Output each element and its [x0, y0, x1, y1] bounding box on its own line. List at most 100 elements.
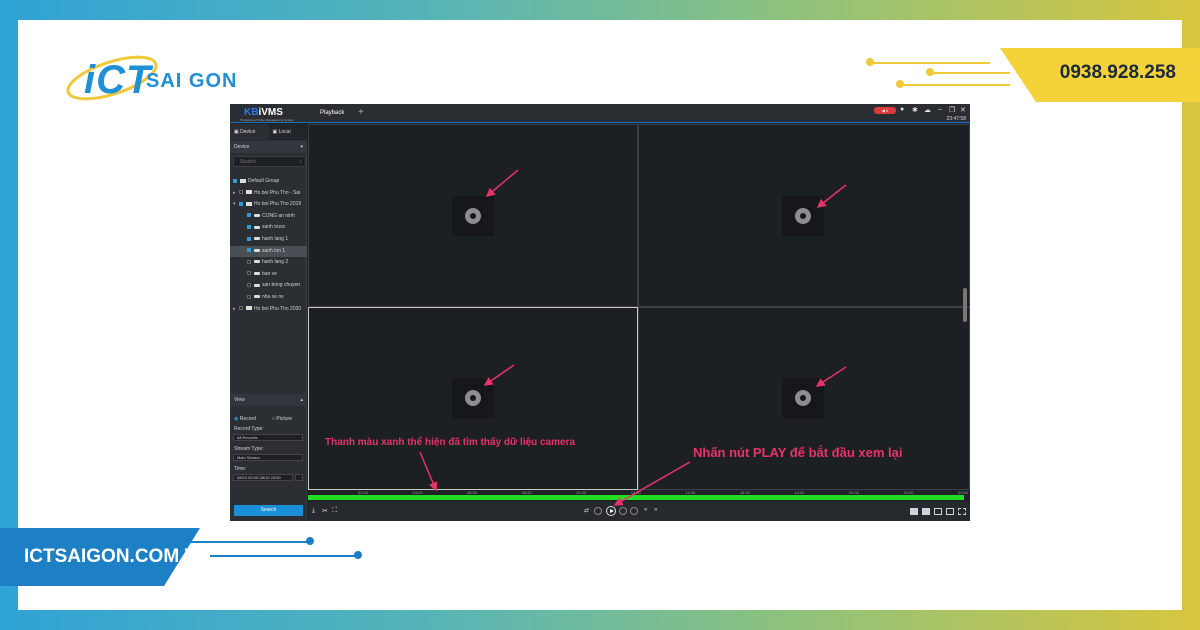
layout-4-icon[interactable]	[910, 508, 918, 515]
tab-device[interactable]: ▣ Device	[230, 124, 269, 140]
tree-item[interactable]: nha xe nv	[230, 292, 307, 303]
checkbox[interactable]	[239, 190, 243, 195]
cloud-icon[interactable]: ☁	[924, 106, 931, 114]
edit-layout-icon[interactable]	[946, 508, 954, 515]
search-icon: ⌕	[299, 159, 302, 165]
film-reel-icon	[452, 196, 494, 236]
video-grid	[308, 124, 970, 490]
tree-item[interactable]: hanh lang 2	[230, 257, 307, 268]
tree-item-label: Ho boi Phu Tho 2019	[254, 201, 302, 208]
restore-icon[interactable]: ❐	[949, 106, 955, 114]
tab-playback[interactable]: Playback	[320, 110, 344, 116]
alarm-badge-icon[interactable]: ◀ 0	[874, 107, 896, 114]
add-tab-icon[interactable]: +	[358, 107, 364, 118]
tree-item-label: sanh ion 1	[262, 247, 286, 254]
minimize-icon[interactable]: –	[938, 106, 942, 113]
play-button[interactable]	[606, 506, 616, 516]
tree-item[interactable]: sanh ion 1	[230, 245, 307, 257]
checkbox[interactable]	[247, 259, 251, 264]
checkbox[interactable]	[247, 283, 251, 288]
next-frame-button[interactable]	[630, 507, 638, 515]
time-range-field[interactable]: 08/10 00:00-08/19 23:59	[233, 474, 293, 481]
nvr-icon	[246, 201, 252, 206]
record-type-select[interactable]: All Records	[233, 434, 303, 441]
layout-9-icon[interactable]	[922, 508, 930, 515]
checkbox[interactable]	[247, 271, 251, 276]
chevron-down-icon: ▾	[300, 144, 303, 150]
camera-icon	[254, 237, 260, 241]
fullscreen-icon[interactable]	[958, 508, 966, 515]
tree-item[interactable]: san bong chuyen	[230, 280, 307, 291]
playback-controls: ⤓ ✂ ⛶ ⇄ « »	[308, 502, 970, 521]
record-data-bar[interactable]	[308, 495, 964, 500]
layout-16-icon[interactable]	[934, 508, 942, 515]
tree-item-label: Ho boi Phu Tho 2020	[254, 305, 302, 312]
camera-icon	[254, 225, 260, 229]
time-label: Time:	[234, 466, 247, 472]
cut-icon[interactable]: ✂	[322, 507, 328, 515]
app-logo: KBiVMS	[244, 107, 283, 118]
tree-item[interactable]: ban ve	[230, 269, 307, 280]
film-reel-icon	[782, 378, 824, 418]
tree-item-label: hanh lang 2	[262, 259, 289, 266]
tree-item[interactable]: sanh truoc	[230, 222, 307, 233]
play-annotation: Nhấn nút PLAY để bắt đầu xem lại	[693, 445, 903, 460]
green-bar-annotation: Thanh màu xanh thể hiện đã tìm thấy dữ l…	[325, 437, 576, 448]
tree-item[interactable]: CONG an ninh	[230, 211, 307, 222]
camera-icon	[254, 295, 260, 299]
stop-button[interactable]	[619, 507, 627, 515]
checkbox[interactable]	[247, 294, 251, 299]
chevron-up-icon: ▴	[300, 397, 303, 403]
gear-icon[interactable]: ✱	[912, 106, 918, 114]
camera-icon	[254, 260, 260, 264]
tree-item[interactable]: hanh lang 1	[230, 234, 307, 245]
tree-item-label: Ho boi Phu Tho - Sai	[254, 189, 301, 196]
download-icon[interactable]: ⤓	[312, 507, 315, 515]
logo-saigon-text: SAI GON	[146, 70, 238, 92]
stream-type-select[interactable]: Main Stream	[233, 454, 303, 461]
tree-item-label: Default Group	[248, 178, 280, 184]
close-icon[interactable]: ✕	[960, 106, 966, 114]
app-logo-subtitle: Professional Video Management System	[240, 118, 295, 122]
phone-number[interactable]: 0938.928.258	[1060, 62, 1176, 84]
checkbox[interactable]	[247, 225, 251, 230]
camera-icon	[254, 213, 260, 217]
checkbox[interactable]	[233, 178, 237, 183]
tree-item[interactable]: ▸ Ho boi Phu Tho - Sai	[230, 188, 307, 199]
tree-item-label: sanh truoc	[262, 224, 286, 231]
checkbox[interactable]	[247, 213, 251, 218]
slow-icon[interactable]: «	[644, 507, 647, 513]
search-input[interactable]: Search ⌕	[233, 156, 306, 167]
checkbox[interactable]	[239, 306, 243, 311]
tree-item-label: hanh lang 1	[262, 236, 289, 242]
tree-item[interactable]: ▾ Ho boi Phu Tho 2019	[230, 199, 307, 210]
app-titlebar: KBiVMS Professional Video Management Sys…	[230, 104, 970, 123]
stream-type-label: Stream Type:	[234, 446, 264, 452]
tab-local[interactable]: ▣ Local	[268, 124, 307, 140]
clock: 23:47:58	[946, 116, 966, 122]
user-icon[interactable]: ●	[900, 106, 904, 113]
search-button[interactable]: Search	[234, 505, 303, 516]
radio-record[interactable]: ◉ Record	[234, 416, 256, 422]
film-reel-icon	[452, 378, 494, 418]
tree-item[interactable]: ▸ Ho boi Phu Tho 2020	[230, 304, 307, 315]
sidebar: ▣ Device ▣ Local Device ▾ Search ⌕ Default…	[230, 124, 307, 521]
nvr-icon	[246, 306, 252, 311]
ict-saigon-logo: iCT SAI GON	[62, 40, 262, 110]
fullscreen-select-icon[interactable]: ⛶	[332, 507, 337, 515]
website-url[interactable]: ICTSAIGON.COM.VN	[24, 546, 211, 568]
previous-frame-button[interactable]	[594, 507, 602, 515]
group-icon	[240, 178, 246, 183]
radio-picture[interactable]: ○ Picture	[272, 416, 292, 422]
checkbox[interactable]	[247, 236, 251, 241]
logo-ict-text: iCT	[84, 58, 152, 102]
tree-item[interactable]: Default Group	[230, 176, 307, 187]
grid-scroll-handle[interactable]	[963, 288, 967, 322]
fast-icon[interactable]: »	[654, 507, 657, 513]
view-header[interactable]: View ▴	[230, 394, 307, 406]
calendar-icon[interactable]	[295, 474, 303, 481]
checkbox[interactable]	[239, 201, 243, 206]
device-header[interactable]: Device ▾	[230, 141, 307, 153]
checkbox[interactable]	[247, 248, 251, 253]
reverse-icon[interactable]: ⇄	[584, 507, 589, 514]
